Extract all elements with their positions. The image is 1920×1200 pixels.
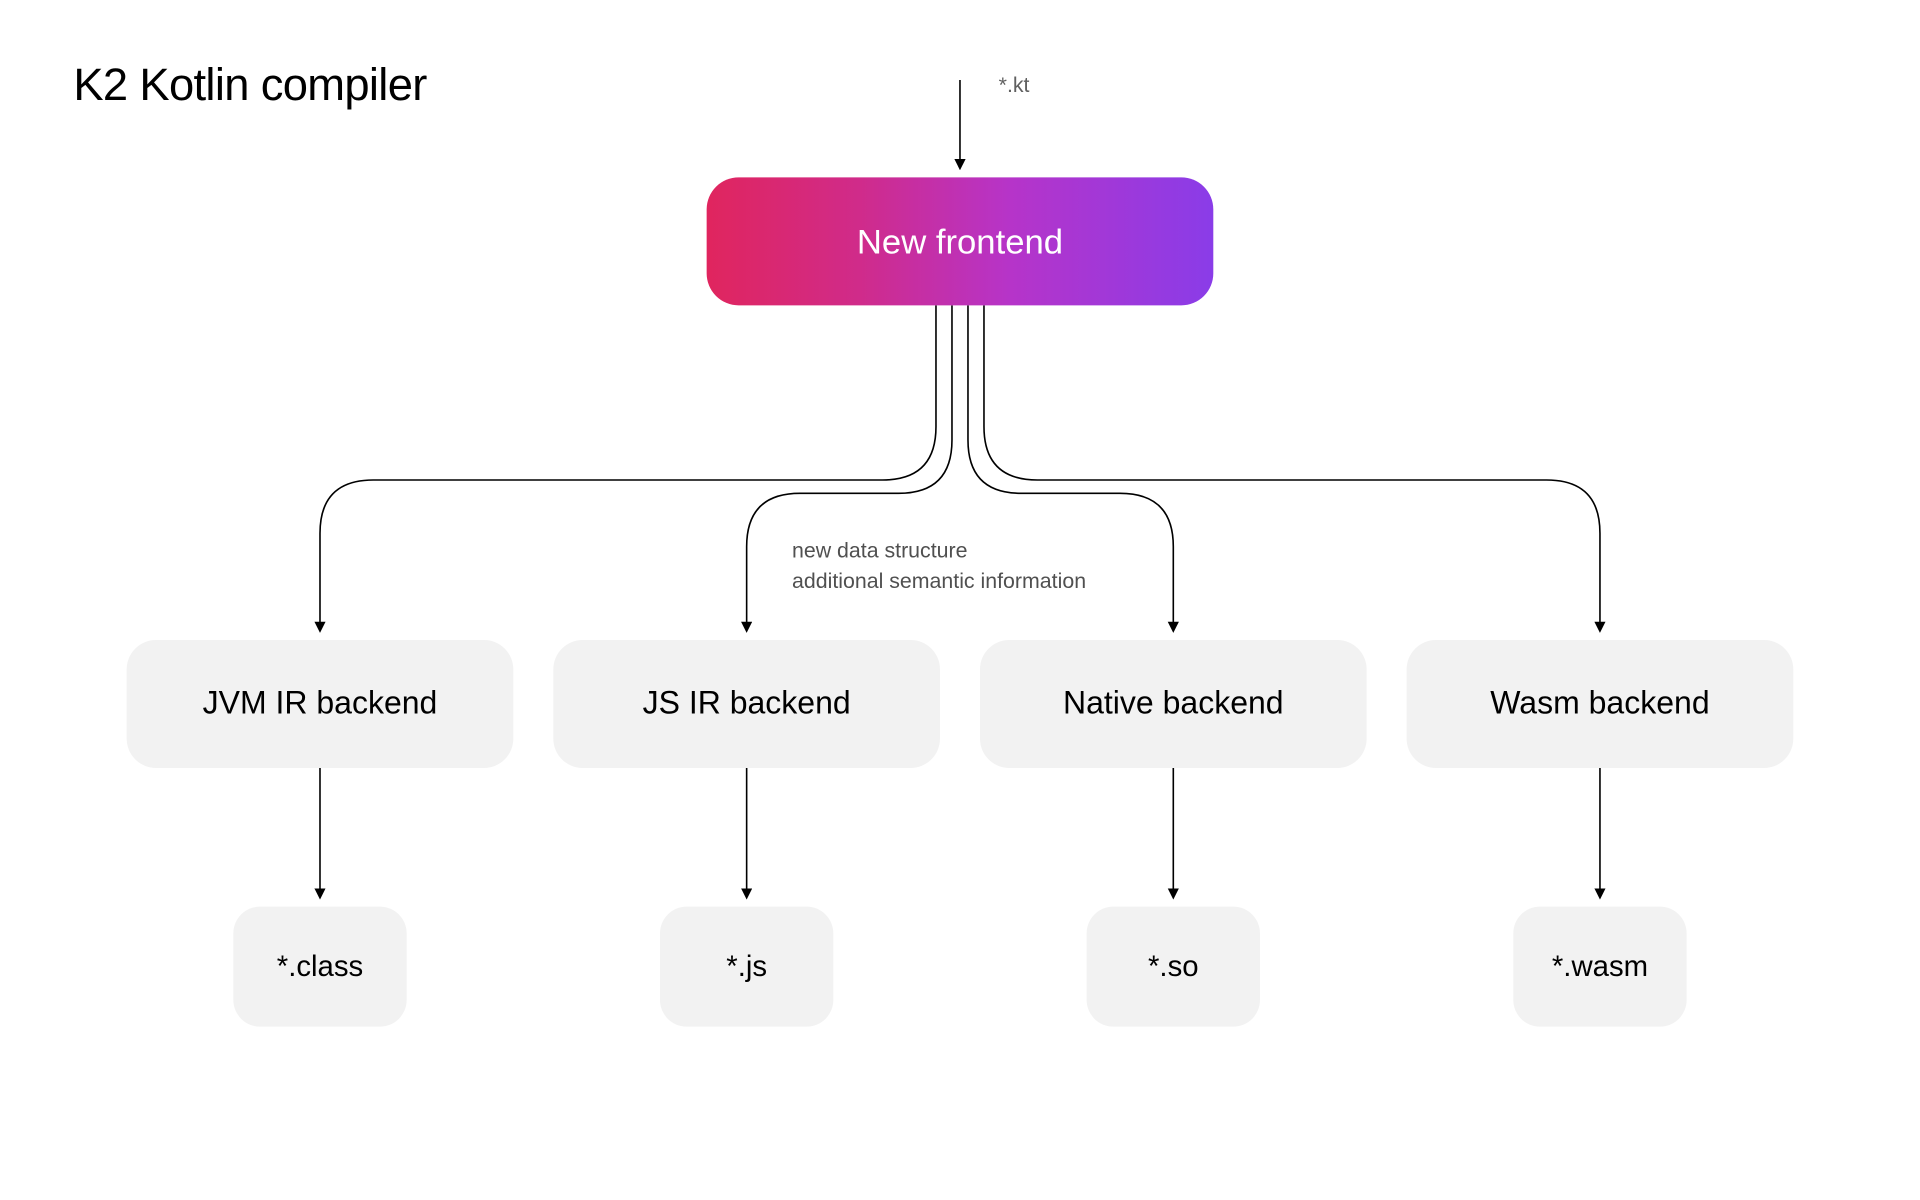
output-node-wasm: *.wasm [1513, 907, 1686, 1027]
output-node-js: *.js [660, 907, 833, 1027]
backend-node-wasm: Wasm backend [1407, 640, 1794, 768]
backend-node-js: JS IR backend [553, 640, 940, 768]
backend-node-native: Native backend [980, 640, 1367, 768]
backend-node-jvm: JVM IR backend [127, 640, 514, 768]
input-extension-label: *.kt [999, 75, 1030, 99]
output-node-class: *.class [233, 907, 406, 1027]
diagram-title: K2 Kotlin compiler [73, 60, 426, 112]
edge-annotation-line2: additional semantic information [792, 567, 1086, 598]
frontend-node: New frontend [707, 177, 1214, 305]
edge-annotation-line1: new data structure [792, 536, 967, 567]
output-node-so: *.so [1087, 907, 1260, 1027]
